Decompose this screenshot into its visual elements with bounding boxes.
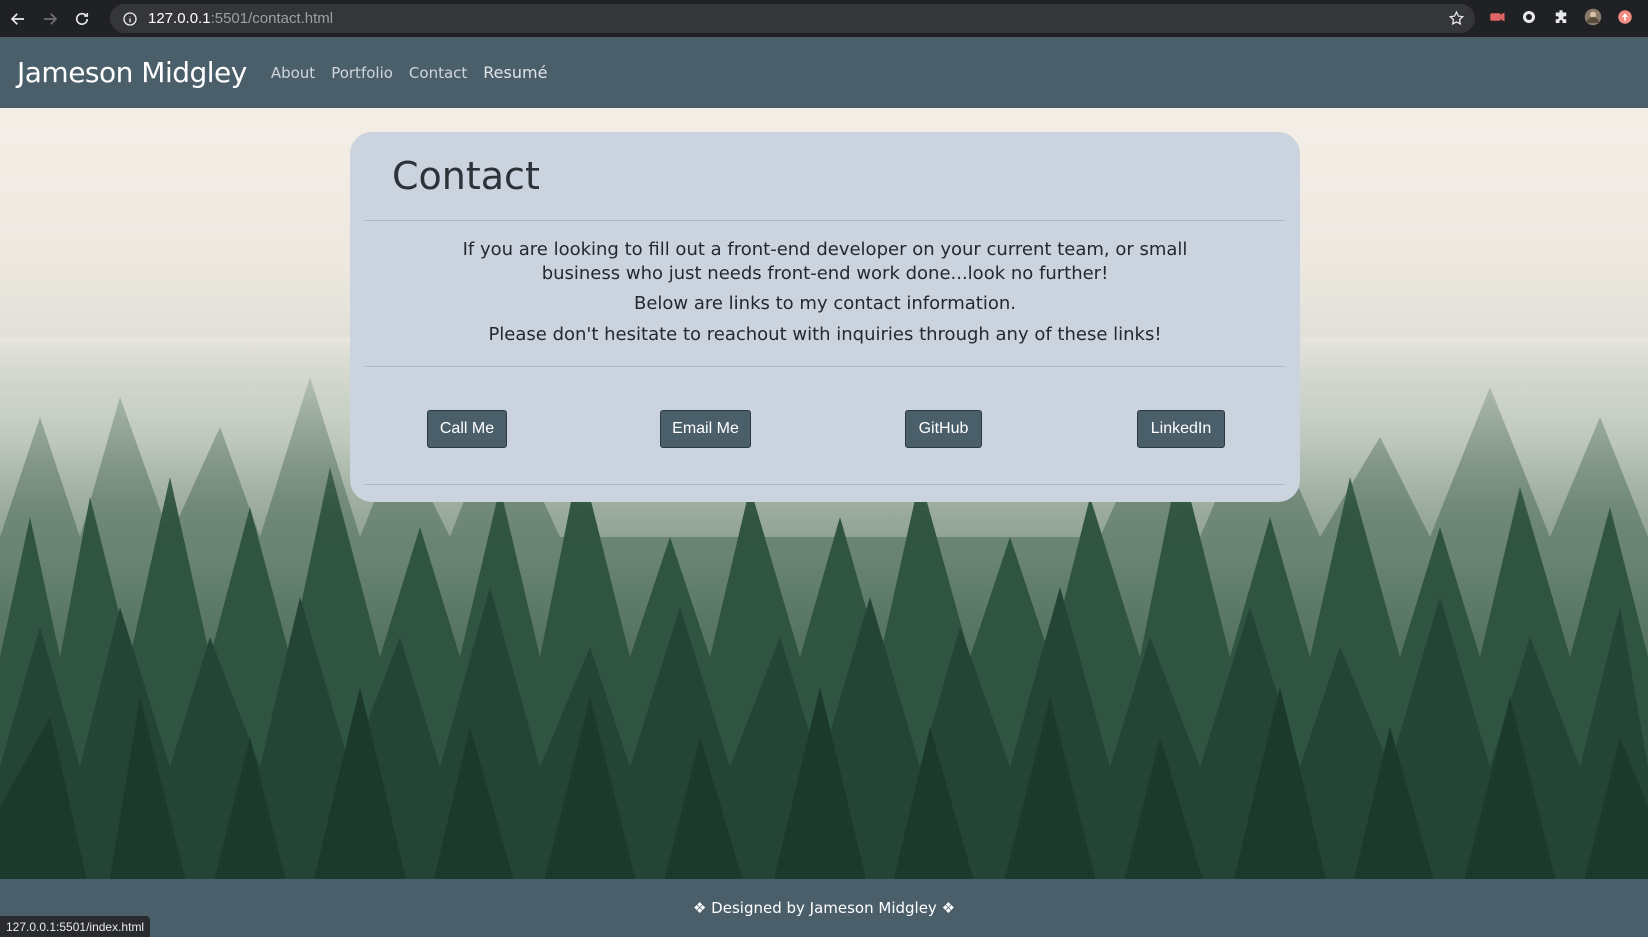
profile-avatar-icon[interactable] [1581, 5, 1605, 29]
bookmark-star-icon[interactable] [1448, 10, 1465, 27]
reload-icon[interactable] [68, 5, 96, 33]
divider-bottom [365, 484, 1285, 485]
divider-middle [365, 366, 1285, 367]
page-title: Contact [392, 154, 540, 198]
reachout-text: Please don't hesitate to reachout with i… [488, 324, 1162, 345]
intro-line-2: business who just needs front-end work d… [541, 263, 1109, 284]
back-icon[interactable] [4, 5, 32, 33]
extension-circle-icon[interactable] [1517, 5, 1541, 29]
extension-red-icon[interactable] [1485, 5, 1509, 29]
nav-link-about[interactable]: About [271, 64, 315, 82]
nav-link-resume[interactable]: Resumé [483, 63, 547, 82]
email-me-button[interactable]: Email Me [660, 410, 751, 448]
site-navbar: Jameson Midgley About Portfolio Contact … [0, 37, 1648, 108]
info-icon[interactable] [122, 11, 138, 27]
address-bar[interactable]: 127.0.0.1:5501/contact.html [110, 4, 1475, 33]
site-footer: ❖ Designed by Jameson Midgley ❖ [0, 879, 1648, 937]
contact-buttons: Call Me Email Me GitHub LinkedIn [350, 410, 1300, 450]
github-button[interactable]: GitHub [905, 410, 982, 448]
contact-info-text: Below are links to my contact informatio… [633, 293, 1017, 314]
status-bar: 127.0.0.1:5501/index.html [0, 916, 151, 937]
browser-toolbar: 127.0.0.1:5501/contact.html [0, 0, 1648, 37]
brand-link[interactable]: Jameson Midgley [17, 56, 247, 89]
footer-text: ❖ Designed by Jameson Midgley ❖ [692, 899, 956, 917]
linkedin-button[interactable]: LinkedIn [1137, 410, 1225, 448]
extensions-puzzle-icon[interactable] [1549, 5, 1573, 29]
nav-link-contact[interactable]: Contact [409, 64, 467, 82]
forward-icon[interactable] [36, 5, 64, 33]
url-text[interactable]: 127.0.0.1:5501/contact.html [148, 10, 333, 27]
divider-top [365, 220, 1285, 221]
update-icon[interactable] [1613, 5, 1637, 29]
call-me-button[interactable]: Call Me [427, 410, 507, 448]
status-url: 127.0.0.1:5501/index.html [6, 919, 145, 934]
page-viewport: Jameson Midgley About Portfolio Contact … [0, 37, 1648, 937]
intro-line-1: If you are looking to fill out a front-e… [462, 239, 1188, 260]
contact-card: Contact If you are looking to fill out a… [350, 132, 1300, 502]
nav-link-portfolio[interactable]: Portfolio [331, 64, 393, 82]
